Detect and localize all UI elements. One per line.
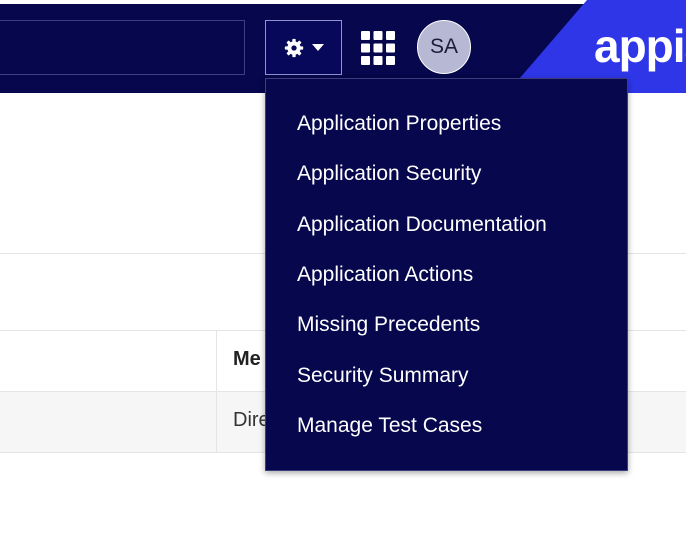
column-divider xyxy=(216,331,217,452)
menu-item-application-security[interactable]: Application Security xyxy=(297,162,481,186)
grid-icon xyxy=(360,31,396,70)
column-header[interactable]: Me xyxy=(233,348,261,371)
gear-icon xyxy=(284,38,304,58)
menu-item-security-summary[interactable]: Security Summary xyxy=(297,364,469,388)
menu-item-application-properties[interactable]: Application Properties xyxy=(297,112,501,136)
menu-item-application-documentation[interactable]: Application Documentation xyxy=(297,213,547,237)
user-avatar[interactable]: SA xyxy=(417,20,471,74)
search-input[interactable] xyxy=(0,20,245,75)
settings-dropdown-menu: Application Properties Application Secur… xyxy=(265,78,628,471)
top-border xyxy=(0,0,686,4)
apps-grid-button[interactable] xyxy=(360,30,396,66)
menu-item-manage-test-cases[interactable]: Manage Test Cases xyxy=(297,414,482,438)
menu-item-missing-precedents[interactable]: Missing Precedents xyxy=(297,313,480,337)
chevron-down-icon xyxy=(311,43,324,52)
settings-menu-button[interactable] xyxy=(265,20,342,75)
appian-logo: appian xyxy=(594,20,686,72)
menu-item-application-actions[interactable]: Application Actions xyxy=(297,263,473,287)
